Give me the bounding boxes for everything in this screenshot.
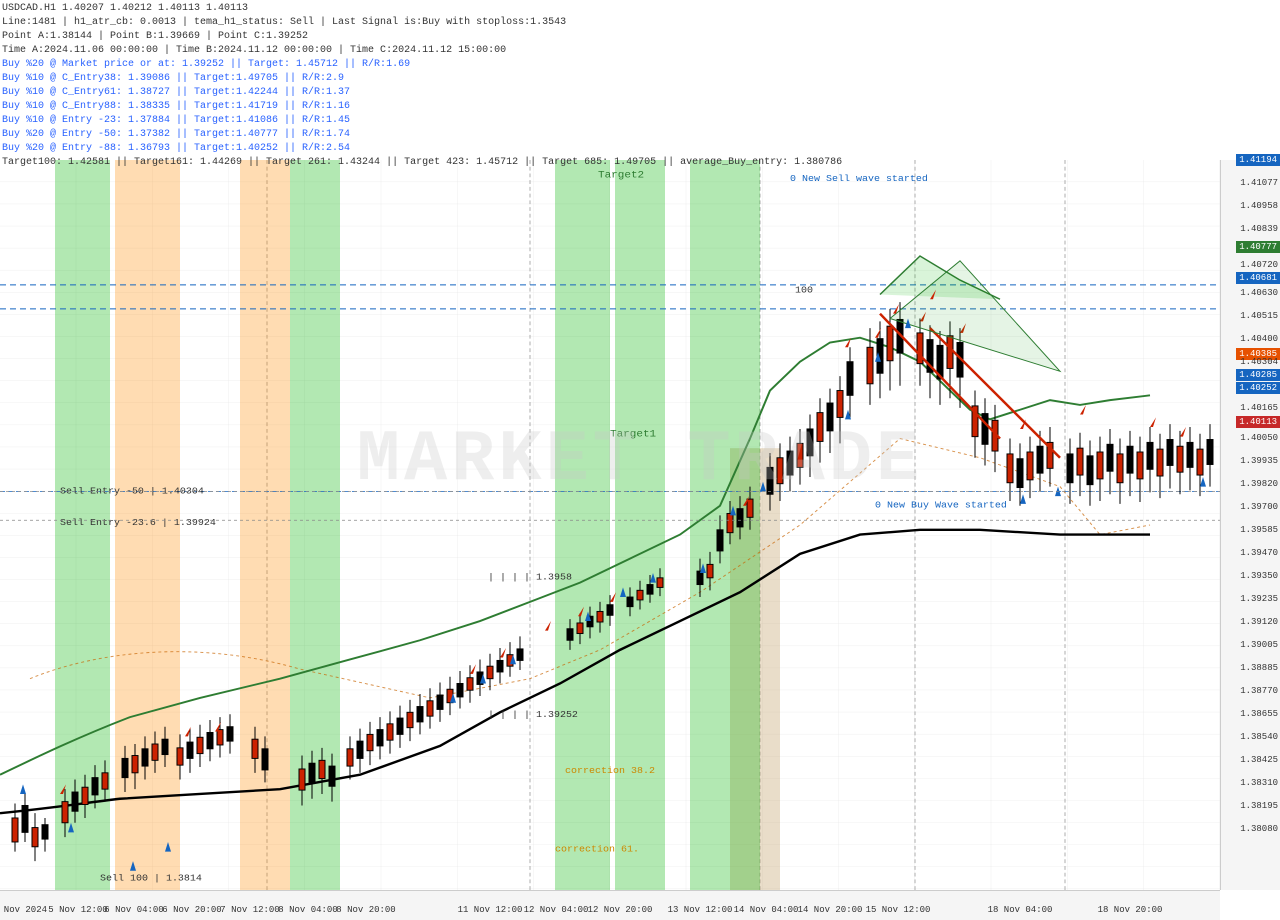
info-line-8: Buy %10 @ C_Entry88: 1.38335 || Target:1… [2,100,842,114]
price-label-1: 1.41077 [1240,178,1278,188]
price-label-current: 1.40113 [1236,416,1280,428]
svg-text:correction 61.: correction 61. [555,844,639,855]
price-label-26: 1.38770 [1240,686,1278,696]
price-label-23: 1.39120 [1240,617,1278,627]
price-label-5: 1.40720 [1240,260,1278,270]
time-label-6: 8 Nov 04:00 [278,905,337,915]
svg-text:| | | | 1.3958: | | | | 1.3958 [488,572,572,583]
time-label-16: 18 Nov 20:00 [1098,905,1163,915]
svg-text:0 New Buy Wave started: 0 New Buy Wave started [875,500,1007,511]
svg-text:correction 38.2: correction 38.2 [565,765,655,776]
price-label-11: 1.40304 [1240,357,1278,367]
info-line-6: Buy %10 @ C_Entry38: 1.39086 || Target:1… [2,72,842,86]
price-label-24: 1.39005 [1240,640,1278,650]
time-label-15: 18 Nov 04:00 [988,905,1053,915]
svg-text:0 New Sell wave started: 0 New Sell wave started [790,173,928,184]
price-label-30: 1.38310 [1240,778,1278,788]
price-label-27: 1.38655 [1240,709,1278,719]
time-label-14: 15 Nov 12:00 [866,905,931,915]
info-line-5: Buy %20 @ Market price or at: 1.39252 ||… [2,58,842,72]
info-line-1: USDCAD.H1 1.40207 1.40212 1.40113 1.4011… [2,2,842,16]
info-line-4: Time A:2024.11.06 00:00:00 | Time B:2024… [2,44,842,58]
time-label-11: 13 Nov 12:00 [668,905,733,915]
price-label-21: 1.39350 [1240,571,1278,581]
price-label-25: 1.38885 [1240,663,1278,673]
svg-text:Target1: Target1 [610,429,656,441]
price-label-7: 1.40630 [1240,288,1278,298]
price-label-13: 1.40252 [1236,382,1280,394]
time-label-3: 6 Nov 04:00 [104,905,163,915]
price-label-8: 1.40515 [1240,311,1278,321]
price-label-15: 1.40050 [1240,433,1278,443]
time-label-1: 4 Nov 2024 [0,905,47,915]
price-label-28: 1.38540 [1240,732,1278,742]
price-label-3: 1.40839 [1240,224,1278,234]
price-label-16: 1.39935 [1240,456,1278,466]
chart-container: MARKET TRADE USDCAD.H1 1.40207 1.40212 1… [0,0,1280,920]
price-label-17: 1.39820 [1240,479,1278,489]
price-label-22: 1.39235 [1240,594,1278,604]
price-label-31: 1.38195 [1240,801,1278,811]
price-label-18: 1.39700 [1240,502,1278,512]
info-line-9: Buy %10 @ Entry -23: 1.37884 || Target:1… [2,114,842,128]
info-line-3: Point A:1.38144 | Point B:1.39669 | Poin… [2,30,842,44]
price-label-2: 1.40958 [1240,201,1278,211]
time-label-4: 6 Nov 20:00 [162,905,221,915]
info-line-10: Buy %20 @ Entry -50: 1.37382 || Target:1… [2,128,842,142]
price-label-12: 1.40285 [1236,369,1280,381]
time-label-2: 5 Nov 12:00 [48,905,107,915]
time-label-7: 8 Nov 20:00 [336,905,395,915]
time-label-8: 11 Nov 12:00 [458,905,523,915]
price-label-9: 1.40400 [1240,334,1278,344]
time-label-5: 7 Nov 12:00 [220,905,279,915]
price-label-4: 1.40777 [1236,241,1280,253]
svg-text:| | | | 1.39252: | | | | 1.39252 [488,709,578,720]
info-overlay: USDCAD.H1 1.40207 1.40212 1.40113 1.4011… [2,2,842,170]
svg-text:100: 100 [795,285,813,296]
time-label-10: 12 Nov 20:00 [588,905,653,915]
svg-text:Sell Entry -23.6 | 1.39924: Sell Entry -23.6 | 1.39924 [60,517,216,528]
info-line-2: Line:1481 | h1_atr_cb: 0.0013 | tema_h1_… [2,16,842,30]
svg-text:Sell 100 | 1.3814: Sell 100 | 1.3814 [100,873,202,884]
price-label-20: 1.39470 [1240,548,1278,558]
price-label-32: 1.38080 [1240,824,1278,834]
info-line-7: Buy %10 @ C_Entry61: 1.38727 || Target:1… [2,86,842,100]
price-label-29: 1.38425 [1240,755,1278,765]
info-line-11: Buy %20 @ Entry -88: 1.36793 || Target:1… [2,142,842,156]
svg-text:Target2: Target2 [598,169,644,181]
time-label-12: 14 Nov 04:00 [734,905,799,915]
price-label-6: 1.40681 [1236,272,1280,284]
price-label-top: 1.41194 [1236,154,1280,166]
time-label-9: 12 Nov 04:00 [524,905,589,915]
svg-text:Sell Entry -50 | 1.40304: Sell Entry -50 | 1.40304 [60,485,204,496]
time-axis: 4 Nov 2024 5 Nov 12:00 6 Nov 04:00 6 Nov… [0,890,1220,920]
price-axis: 1.41194 1.41077 1.40958 1.40839 1.40777 … [1220,160,1280,890]
chart-svg: Target2 Target1 correction 38.2 correcti… [0,160,1220,890]
price-label-14: 1.40165 [1240,403,1278,413]
time-label-13: 14 Nov 20:00 [798,905,863,915]
price-label-19: 1.39585 [1240,525,1278,535]
